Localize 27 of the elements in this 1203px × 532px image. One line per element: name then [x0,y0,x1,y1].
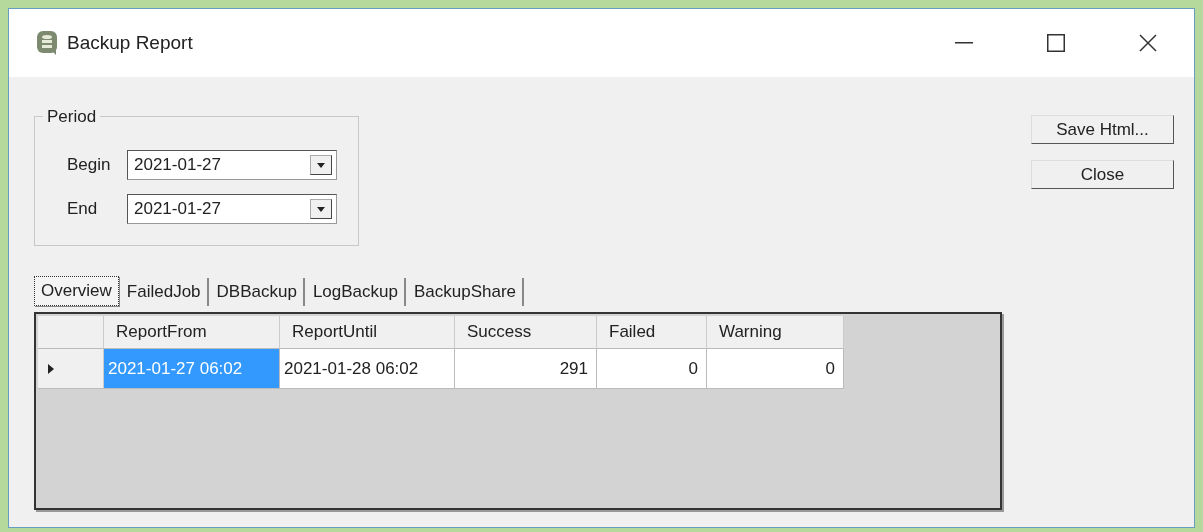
field-label: End [67,199,99,219]
tab[interactable]: LogBackup [306,278,406,306]
field-label: Begin [67,155,112,175]
tab[interactable]: FailedJob [120,278,209,306]
table-cell[interactable]: 0 [707,349,844,389]
window-title: Backup Report [67,32,194,54]
dialog-close-button[interactable]: Close [1031,160,1174,189]
maximize-icon [1047,34,1065,52]
date-dropdown[interactable]: 2021-01-27 [127,194,337,224]
table-cell[interactable]: 2021-01-28 06:02 [280,349,455,389]
tab[interactable]: DBBackup [210,278,305,306]
date-dropdown[interactable]: 2021-01-27 [127,150,337,180]
dropdown-arrow-icon [317,206,325,212]
table-cell[interactable]: 0 [597,349,707,389]
minimize-icon [955,42,973,44]
column-header[interactable]: ReportFrom [104,316,280,349]
tab[interactable]: BackupShare [408,278,525,306]
close-icon [1139,34,1157,52]
column-header[interactable]: Failed [597,316,707,349]
column-header[interactable]: Success [455,316,597,349]
dropdown-arrow-icon [317,162,325,168]
tab[interactable]: Overview [34,276,119,306]
database-icon [37,31,57,55]
column-header[interactable]: ReportUntil [280,316,455,349]
save-html-button[interactable]: Save Html... [1031,115,1174,144]
table-cell[interactable]: 291 [455,349,597,389]
column-header[interactable]: Warning [707,316,844,349]
